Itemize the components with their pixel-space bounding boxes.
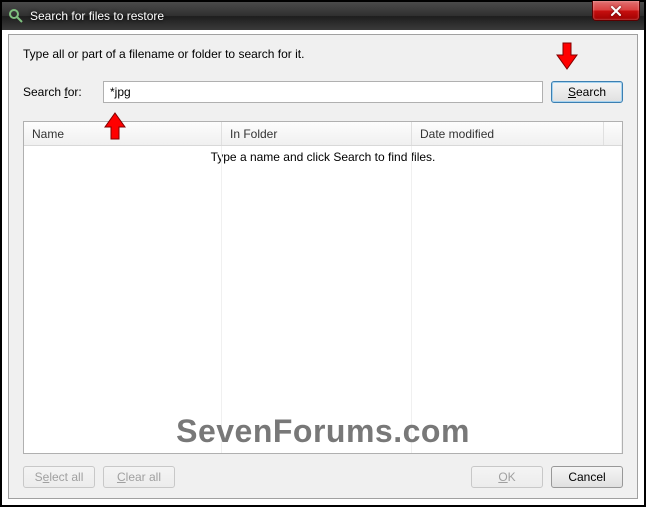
window-title: Search for files to restore — [30, 9, 164, 23]
column-header-tail — [604, 122, 622, 145]
search-label: Search for: — [23, 85, 95, 99]
ok-button: OK — [471, 466, 543, 488]
instruction-text: Type all or part of a filename or folder… — [23, 47, 623, 61]
cancel-button[interactable]: Cancel — [551, 466, 623, 488]
app-icon — [8, 8, 24, 24]
results-list: Name In Folder Date modified Type a name… — [23, 121, 623, 454]
close-button[interactable] — [592, 1, 640, 21]
search-button[interactable]: Search — [551, 81, 623, 103]
search-input[interactable] — [103, 81, 543, 103]
button-row: Select all Clear all OK Cancel — [23, 466, 623, 488]
close-icon — [610, 6, 622, 16]
titlebar: Search for files to restore — [2, 2, 644, 30]
search-row: Search for: Search — [23, 81, 623, 103]
column-dividers — [24, 146, 622, 453]
column-header-name[interactable]: Name — [24, 122, 222, 145]
empty-message: Type a name and click Search to find fil… — [211, 150, 436, 164]
select-all-button: Select all — [23, 466, 95, 488]
column-header-date[interactable]: Date modified — [412, 122, 604, 145]
clear-all-button: Clear all — [103, 466, 175, 488]
column-headers: Name In Folder Date modified — [24, 122, 622, 146]
column-header-folder[interactable]: In Folder — [222, 122, 412, 145]
dialog-window: Search for files to restore Type all or … — [0, 0, 646, 507]
results-body: Type a name and click Search to find fil… — [24, 146, 622, 453]
client-area: Type all or part of a filename or folder… — [8, 34, 638, 499]
